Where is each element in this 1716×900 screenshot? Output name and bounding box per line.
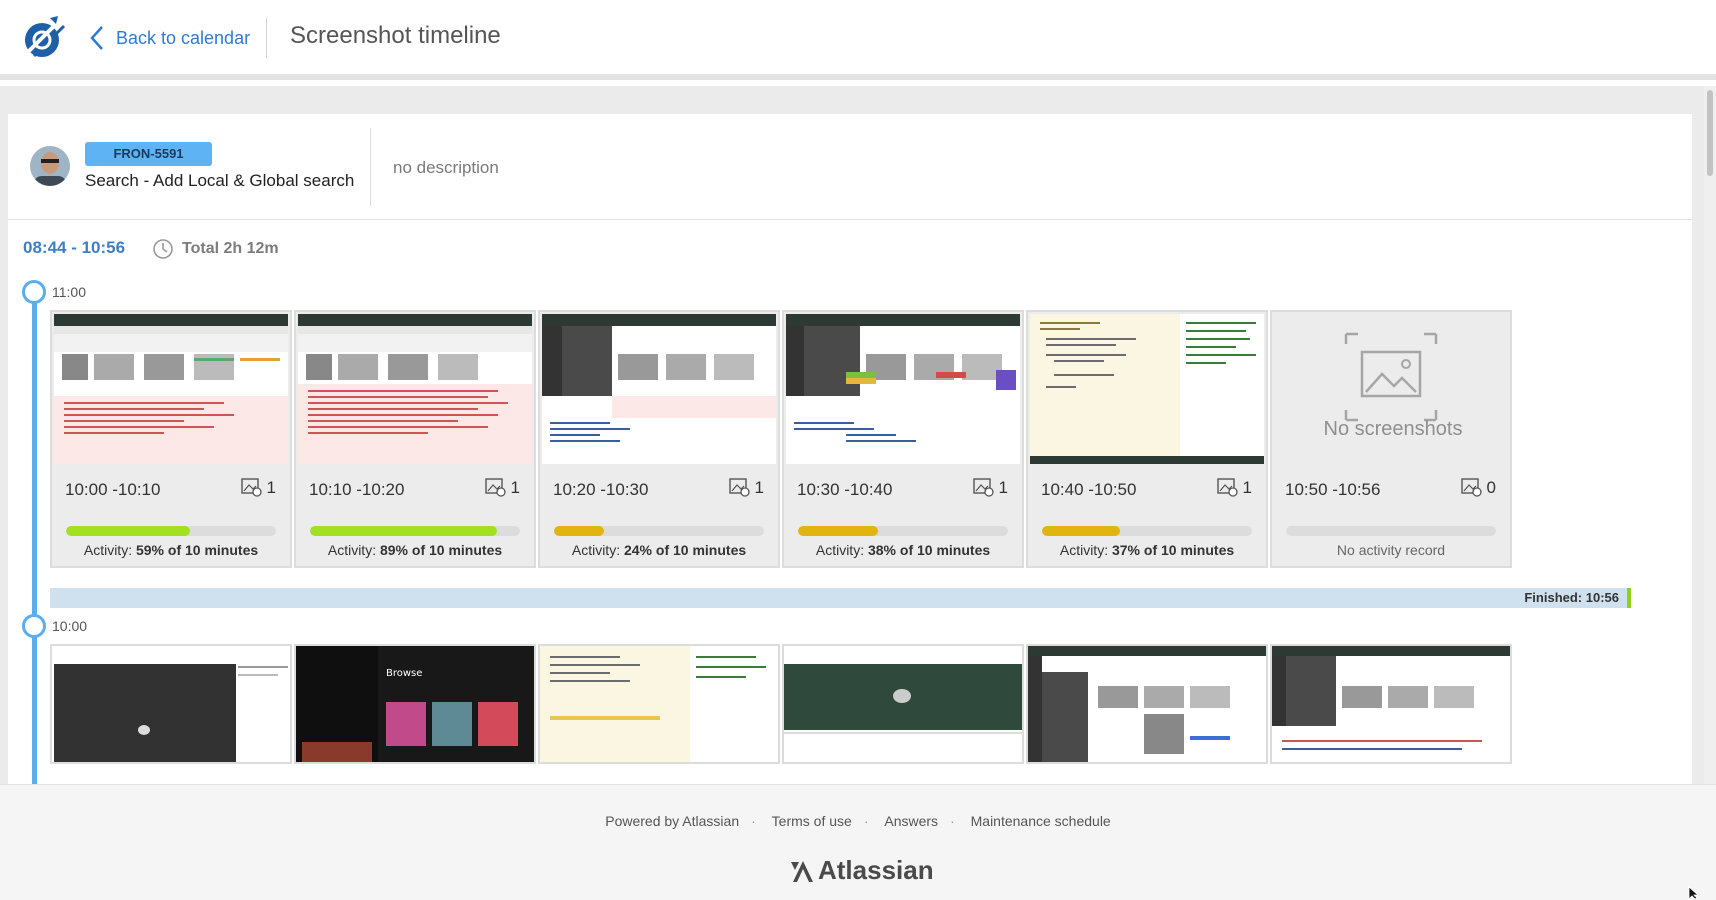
activity-bar-fill (1042, 526, 1120, 536)
screenshot-thumbnail[interactable] (1030, 314, 1264, 464)
activity-bar (310, 526, 520, 536)
screenshot-card[interactable]: Browse (294, 644, 536, 764)
chevron-left-icon (90, 26, 103, 50)
footer-link-powered-by[interactable]: Powered by Atlassian (605, 813, 739, 829)
clock-icon (153, 239, 173, 259)
time-period: 10:20 -10:30 (553, 480, 649, 499)
activity-bar-fill (310, 526, 497, 536)
time-period: 10:00 -10:10 (65, 480, 161, 499)
activity-bar-fill (66, 526, 190, 536)
issue-description: no description (393, 158, 499, 177)
time-range: 08:44 - 10:56 (23, 238, 126, 257)
image-icon (1216, 478, 1238, 497)
activity-label: Activity: 59% of 10 minutes (83, 542, 259, 558)
finished-label: Finished: 10:56 (1524, 590, 1619, 605)
screenshot-thumbnail[interactable] (540, 646, 778, 764)
activity-label: Activity: 24% of 10 minutes (571, 542, 747, 558)
activity-bar-fill (554, 526, 605, 536)
issue-header: FRON-5591 Search - Add Local & Global se… (8, 114, 1692, 220)
footer-link-maintenance[interactable]: Maintenance schedule (971, 813, 1111, 829)
screenshot-thumbnail[interactable]: Browse (296, 646, 534, 764)
empty-screenshot-card: No screenshots 10:50 -10:56 0 No activit… (1270, 310, 1512, 568)
activity-label: Activity: 89% of 10 minutes (327, 542, 503, 558)
activity-bar (1042, 526, 1252, 536)
activity-label: Activity: 37% of 10 minutes (1059, 542, 1235, 558)
screenshot-thumbnail[interactable] (542, 314, 776, 464)
no-screenshots-label: No screenshots (1323, 418, 1463, 440)
issue-summary: Search - Add Local & Global search (85, 171, 355, 190)
activity-bar (554, 526, 764, 536)
avatar (30, 146, 70, 186)
atlassian-logo[interactable]: Atlassian (790, 855, 934, 886)
screenshot-card[interactable]: 10:00 -10:10 1 Activity: 59% of 10 minut… (50, 310, 292, 568)
screenshot-count: 1 (972, 478, 1008, 498)
activity-bar-fill (798, 526, 878, 536)
page-title: Screenshot timeline (290, 22, 501, 49)
scrollbar-thumb[interactable] (1707, 90, 1713, 176)
footer-links: Powered by Atlassian · Terms of use · Answ… (605, 813, 1111, 829)
screenshot-card[interactable]: 10:30 -10:40 1 Activity: 38% of 10 minut… (782, 310, 1024, 568)
screenshot-count: 1 (1216, 478, 1252, 498)
screenshot-thumbnail[interactable] (786, 314, 1020, 464)
activity-bar (798, 526, 1008, 536)
footer-link-terms[interactable]: Terms of use (772, 813, 852, 829)
issue-key-badge[interactable]: FRON-5591 (85, 142, 212, 166)
image-icon (972, 478, 994, 497)
header-divider (266, 18, 267, 58)
screenshot-thumbnail[interactable] (1272, 646, 1510, 764)
screenshot-thumbnail[interactable] (52, 646, 290, 764)
screenshot-card[interactable]: 10:40 -10:50 1 Activity: 37% of 10 minut… (1026, 310, 1268, 568)
screenshot-count: 0 (1460, 478, 1496, 498)
screenshot-thumbnail[interactable] (54, 314, 288, 464)
screenshot-count: 1 (728, 478, 764, 498)
timeline-hour-label: 11:00 (52, 284, 86, 300)
timeline-node-11 (22, 280, 46, 304)
issue-divider (370, 128, 371, 206)
image-icon (484, 478, 506, 497)
screenshot-card[interactable]: 10:20 -10:30 1 Activity: 24% of 10 minut… (538, 310, 780, 568)
image-placeholder-icon (1344, 332, 1438, 422)
page-footer: Powered by Atlassian · Terms of use · Answ… (0, 784, 1716, 900)
time-period: 10:10 -10:20 (309, 480, 405, 499)
mouse-cursor-icon (1688, 886, 1700, 900)
timeline-panel: FRON-5591 Search - Add Local & Global se… (8, 114, 1692, 784)
atlassian-brand-text: Atlassian (818, 855, 934, 885)
screenshot-card[interactable] (50, 644, 292, 764)
screenshot-card[interactable] (538, 644, 780, 764)
footer-link-answers[interactable]: Answers (884, 813, 938, 829)
back-label: Back to calendar (116, 27, 251, 48)
image-icon (240, 478, 262, 497)
screenshot-card[interactable]: 10:10 -10:20 1 Activity: 89% of 10 minut… (294, 310, 536, 568)
content-area: FRON-5591 Search - Add Local & Global se… (0, 86, 1716, 784)
empty-thumbnail: No screenshots (1274, 314, 1508, 464)
activity-bar (1286, 526, 1496, 536)
screenshot-thumbnail[interactable] (298, 314, 532, 464)
activity-label: Activity: 38% of 10 minutes (815, 542, 991, 558)
time-period: 10:30 -10:40 (797, 480, 893, 499)
screenshot-card[interactable] (782, 644, 1024, 764)
screenshot-count: 1 (484, 478, 520, 498)
activity-bar (66, 526, 276, 536)
timeline-line (32, 290, 37, 784)
finished-bar: Finished: 10:56 (50, 588, 1631, 608)
atlassian-logo-icon (791, 860, 813, 882)
image-icon (1460, 478, 1482, 497)
timeline-hour-label: 10:00 (52, 618, 88, 634)
screenshot-count: 1 (240, 478, 276, 498)
screenshot-card[interactable] (1270, 644, 1512, 764)
app-header: Back to calendar Screenshot timeline (0, 0, 1716, 80)
screenshot-card[interactable] (1026, 644, 1268, 764)
image-icon (728, 478, 750, 497)
screenshot-thumbnail[interactable] (784, 646, 1022, 764)
screenshot-thumbnail[interactable] (1028, 646, 1266, 764)
time-period: 10:50 -10:56 (1285, 480, 1381, 499)
timeline-node-10 (22, 614, 46, 638)
back-to-calendar-link[interactable]: Back to calendar (90, 22, 250, 54)
no-activity-label: No activity record (1336, 542, 1446, 558)
svg-text:Browse: Browse (386, 668, 422, 679)
tempo-logo-icon[interactable] (20, 12, 70, 62)
total-duration: Total 2h 12m (182, 240, 279, 257)
scrollbar-track[interactable] (1704, 86, 1716, 784)
time-period: 10:40 -10:50 (1041, 480, 1137, 499)
